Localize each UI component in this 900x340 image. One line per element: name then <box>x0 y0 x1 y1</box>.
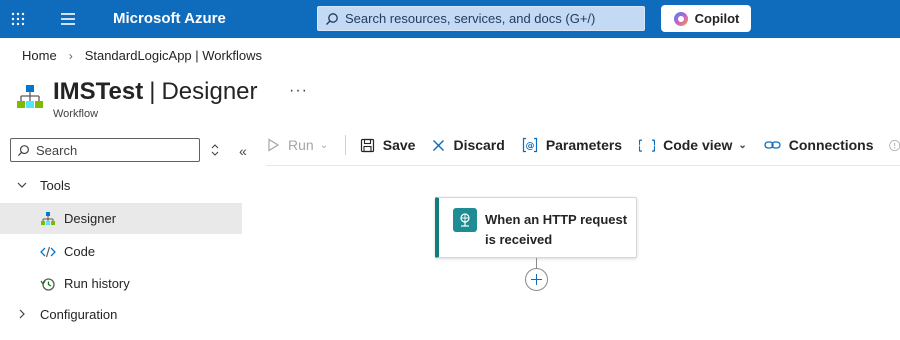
run-history-icon <box>40 276 56 292</box>
sidebar-group-configuration[interactable]: Configuration <box>0 299 242 329</box>
brand-title[interactable]: Microsoft Azure <box>113 10 226 27</box>
sidebar-item-label: Run history <box>64 276 130 291</box>
chevron-right-icon <box>16 308 28 320</box>
designer-toolbar: Run ⌄ Save Discard @ Parameters { } Code… <box>266 130 900 160</box>
sidebar-item-label: Code <box>64 244 96 259</box>
http-request-icon <box>453 208 477 232</box>
title-separator: | <box>149 78 156 105</box>
search-icon <box>326 12 338 25</box>
sidebar-search-input[interactable]: Search <box>10 138 200 162</box>
connections-label: Connections <box>788 137 874 153</box>
sidebar-item-label: Designer <box>64 211 117 226</box>
save-label: Save <box>382 137 416 153</box>
toolbar-divider <box>345 135 346 155</box>
more-options-button[interactable]: ··· <box>289 82 308 100</box>
parameters-button[interactable]: @ Parameters <box>522 137 622 153</box>
run-label: Run <box>288 137 314 153</box>
breadcrumb-parent[interactable]: StandardLogicApp | Workflows <box>85 48 262 63</box>
discard-button[interactable]: Discard <box>432 137 505 153</box>
hamburger-menu-icon[interactable] <box>60 12 76 26</box>
save-icon <box>360 138 374 152</box>
toolbar-divider-line <box>266 165 900 166</box>
svg-text:{ }: { } <box>639 139 655 154</box>
parameters-label: Parameters <box>545 137 623 153</box>
designer-icon <box>40 211 56 227</box>
parameters-icon: @ <box>522 137 537 153</box>
top-bar: Microsoft Azure Search resources, servic… <box>0 0 900 38</box>
sidebar-item-run-history[interactable]: Run history <box>0 268 242 299</box>
app-launcher-icon[interactable] <box>10 11 26 27</box>
code-icon <box>40 244 56 260</box>
sidebar-group-tools[interactable]: Tools <box>0 170 242 200</box>
breadcrumb: Home › StandardLogicApp | Workflows <box>22 48 262 63</box>
connections-button[interactable]: Connections <box>764 137 874 153</box>
run-button[interactable]: Run ⌄ <box>266 137 328 153</box>
chevron-down-icon: ⌄ <box>319 139 329 151</box>
sidebar-item-code[interactable]: Code <box>0 236 242 267</box>
breadcrumb-separator-icon: › <box>68 48 73 63</box>
copilot-button[interactable]: Copilot <box>661 5 751 32</box>
discard-label: Discard <box>453 137 505 153</box>
play-icon <box>268 138 280 152</box>
info-icon[interactable] <box>888 137 900 154</box>
chevron-down-icon[interactable]: ⌄ <box>738 140 746 151</box>
braces-icon: { } <box>639 139 655 154</box>
sidebar-group-label: Configuration <box>40 306 118 322</box>
trigger-card-http-request[interactable]: When an HTTP request is received <box>435 197 637 258</box>
link-icon <box>764 141 781 149</box>
code-view-label: Code view <box>663 137 733 153</box>
breadcrumb-home[interactable]: Home <box>22 48 57 63</box>
code-view-button[interactable]: { } Code view ⌄ <box>639 137 747 153</box>
collapse-sidebar-button[interactable]: « <box>239 143 247 159</box>
global-search-input[interactable]: Search resources, services, and docs (G+… <box>317 6 645 31</box>
global-search-placeholder: Search resources, services, and docs (G+… <box>345 11 596 26</box>
chevron-down-icon <box>16 179 28 191</box>
workflow-icon <box>17 85 43 108</box>
connector-line <box>536 258 537 268</box>
svg-text:@: @ <box>525 142 534 152</box>
sidebar-item-designer[interactable]: Designer <box>0 203 242 234</box>
copilot-icon <box>673 11 688 26</box>
page-subtitle: Workflow <box>53 108 99 120</box>
section-name: Designer <box>161 78 258 105</box>
sort-icon[interactable] <box>210 143 220 157</box>
sidebar-search-placeholder: Search <box>36 142 78 158</box>
close-icon <box>433 139 445 151</box>
copilot-label: Copilot <box>694 11 740 26</box>
resource-name: IMSTest <box>53 78 144 105</box>
sidebar-group-label: Tools <box>40 177 71 193</box>
add-step-button[interactable] <box>525 268 548 291</box>
trigger-title: When an HTTP request is received <box>485 212 628 247</box>
page-title: IMSTest | Designer <box>53 78 258 106</box>
save-button[interactable]: Save <box>360 137 416 153</box>
search-icon <box>17 144 29 156</box>
